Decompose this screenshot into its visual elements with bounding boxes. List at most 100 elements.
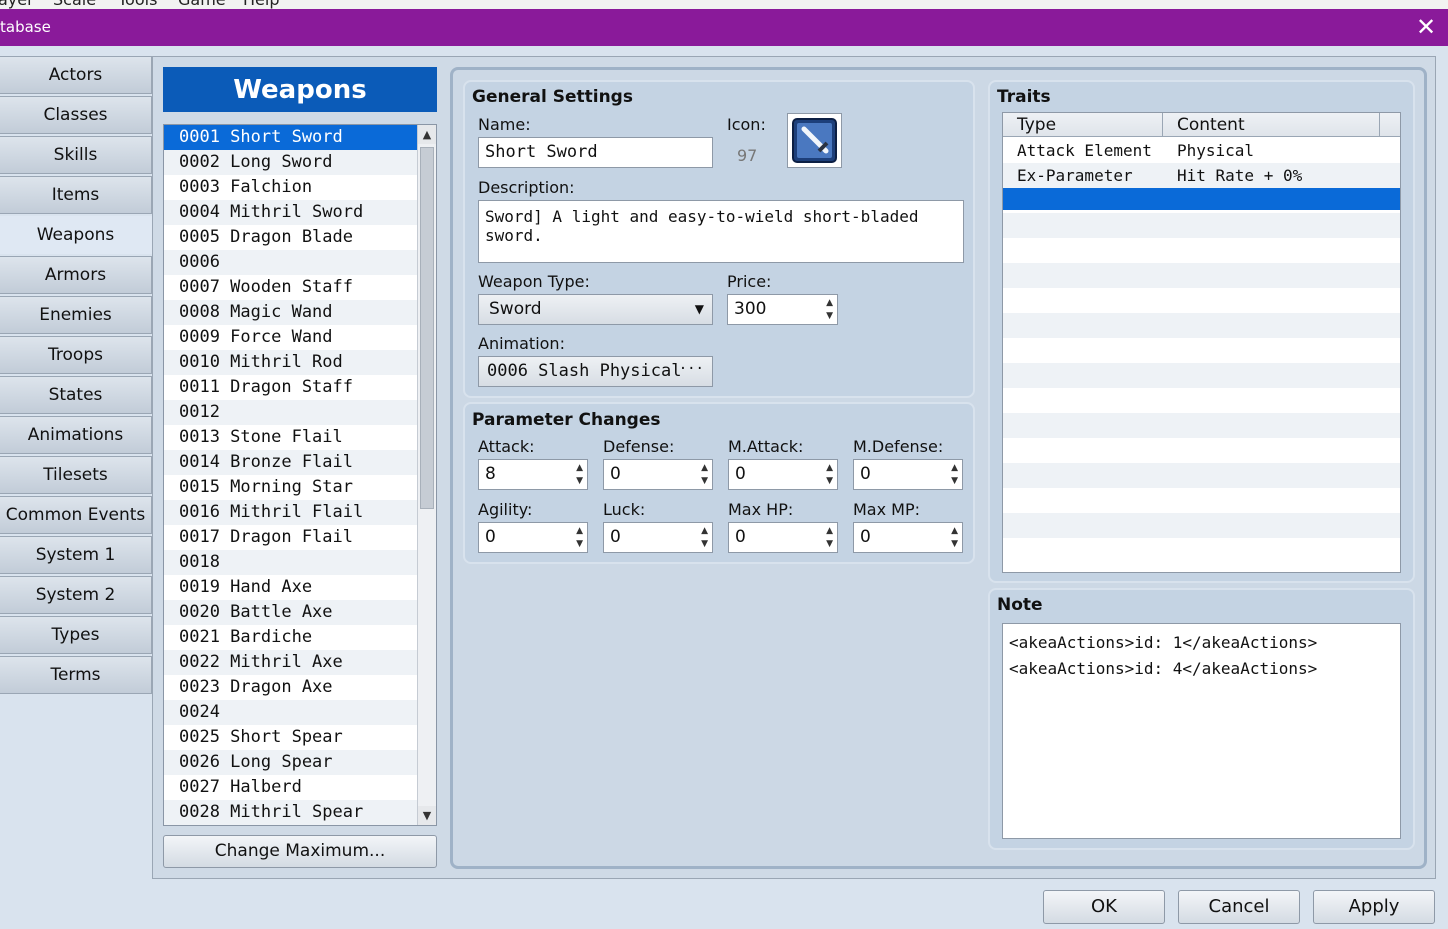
trait-row-empty[interactable] (1003, 438, 1400, 463)
category-states[interactable]: States (0, 376, 152, 414)
trait-row-empty[interactable] (1003, 338, 1400, 363)
trait-row-empty[interactable] (1003, 388, 1400, 413)
max-mp-input[interactable]: 0 ▲ ▼ (853, 522, 963, 553)
weapon-list-item[interactable]: 0014 Bronze Flail (164, 450, 417, 475)
category-common-events[interactable]: Common Events (0, 496, 152, 534)
scroll-down-icon[interactable]: ▼ (418, 806, 436, 825)
spinner-icon[interactable]: ▲ ▼ (701, 525, 708, 551)
weapon-list-item[interactable]: 0010 Mithril Rod (164, 350, 417, 375)
spinner-icon[interactable]: ▲ ▼ (576, 525, 583, 551)
weapon-list-item[interactable]: 0004 Mithril Sword (164, 200, 417, 225)
weapon-list-item[interactable]: 0003 Falchion (164, 175, 417, 200)
trait-row-empty[interactable] (1003, 513, 1400, 538)
weapon-list-item[interactable]: 0020 Battle Axe (164, 600, 417, 625)
luck-input[interactable]: 0 ▲ ▼ (603, 522, 713, 553)
trait-row[interactable]: Ex-Parameter Hit Rate + 0% (1003, 163, 1400, 188)
description-input[interactable]: Sword] A light and easy-to-wield short-b… (478, 200, 964, 263)
trait-row-empty[interactable] (1003, 463, 1400, 488)
menu-item-scale[interactable]: Scale (53, 0, 96, 9)
category-armors[interactable]: Armors (0, 256, 152, 294)
category-items[interactable]: Items (0, 176, 152, 214)
trait-row-empty[interactable] (1003, 263, 1400, 288)
category-animations[interactable]: Animations (0, 416, 152, 454)
traits-table[interactable]: Type Content Attack Element Physical Ex-Pa… (1002, 112, 1401, 573)
category-weapons[interactable]: Weapons (0, 216, 152, 254)
weapon-list-item[interactable]: 0019 Hand Axe (164, 575, 417, 600)
attack-input[interactable]: 8 ▲ ▼ (478, 459, 588, 490)
weapon-list-item[interactable]: 0012 (164, 400, 417, 425)
weapon-list-item[interactable]: 0006 (164, 250, 417, 275)
close-icon[interactable]: ✕ (1416, 13, 1436, 41)
menu-item-tools[interactable]: Tools (118, 0, 157, 9)
animation-picker[interactable]: 0006 Slash Physical ··· (478, 356, 713, 387)
category-tilesets[interactable]: Tilesets (0, 456, 152, 494)
weapon-type-select[interactable]: Sword ▼ (478, 294, 713, 325)
scroll-thumb[interactable] (420, 147, 434, 509)
spinner-icon[interactable]: ▲ ▼ (826, 462, 833, 488)
trait-row[interactable]: Attack Element Physical (1003, 138, 1400, 163)
spinner-icon[interactable]: ▲ ▼ (826, 297, 833, 323)
traits-col-type[interactable]: Type (1003, 113, 1163, 137)
m-attack-input[interactable]: 0 ▲ ▼ (728, 459, 838, 490)
m-defense-input[interactable]: 0 ▲ ▼ (853, 459, 963, 490)
weapon-list-item[interactable]: 0022 Mithril Axe (164, 650, 417, 675)
category-system-1[interactable]: System 1 (0, 536, 152, 574)
ok-button[interactable]: OK (1043, 890, 1165, 924)
weapon-list-item[interactable]: 0015 Morning Star (164, 475, 417, 500)
weapon-list-item[interactable]: 0013 Stone Flail (164, 425, 417, 450)
trait-row-empty[interactable] (1003, 363, 1400, 388)
weapon-list-item[interactable]: 0001 Short Sword (164, 125, 417, 150)
weapon-list-item[interactable]: 0017 Dragon Flail (164, 525, 417, 550)
trait-row-empty[interactable] (1003, 488, 1400, 513)
weapon-list-item[interactable]: 0025 Short Spear (164, 725, 417, 750)
max-hp-input[interactable]: 0 ▲ ▼ (728, 522, 838, 553)
spinner-icon[interactable]: ▲ ▼ (951, 525, 958, 551)
icon-picker[interactable] (787, 113, 842, 168)
weapon-list-item[interactable]: 0026 Long Spear (164, 750, 417, 775)
weapon-list-item[interactable]: 0008 Magic Wand (164, 300, 417, 325)
more-icon[interactable]: ··· (679, 355, 704, 384)
trait-row-empty[interactable] (1003, 213, 1400, 238)
weapon-list-item[interactable]: 0018 (164, 550, 417, 575)
category-classes[interactable]: Classes (0, 96, 152, 134)
weapon-list-item[interactable]: 0016 Mithril Flail (164, 500, 417, 525)
weapon-list-item[interactable]: 0007 Wooden Staff (164, 275, 417, 300)
spinner-icon[interactable]: ▲ ▼ (576, 462, 583, 488)
menu-item-help[interactable]: Help (243, 0, 279, 9)
trait-row-new-selected[interactable] (1003, 188, 1400, 210)
weapon-list-item[interactable]: 0023 Dragon Axe (164, 675, 417, 700)
category-skills[interactable]: Skills (0, 136, 152, 174)
menu-item-game[interactable]: Game (178, 0, 226, 9)
category-system-2[interactable]: System 2 (0, 576, 152, 614)
weapon-list-item[interactable]: 0009 Force Wand (164, 325, 417, 350)
trait-row-empty[interactable] (1003, 238, 1400, 263)
category-terms[interactable]: Terms (0, 656, 152, 694)
category-troops[interactable]: Troops (0, 336, 152, 374)
name-input[interactable]: Short Sword (478, 137, 713, 168)
weapon-list-item[interactable]: 0027 Halberd (164, 775, 417, 800)
weapon-list[interactable]: 0001 Short Sword 0002 Long Sword 0003 Falc… (163, 124, 437, 826)
spinner-icon[interactable]: ▲ ▼ (826, 525, 833, 551)
trait-row-empty[interactable] (1003, 288, 1400, 313)
list-scrollbar[interactable]: ▲ ▼ (417, 125, 436, 825)
change-maximum-button[interactable]: Change Maximum... (163, 835, 437, 868)
weapon-list-item[interactable]: 0028 Mithril Spear (164, 800, 417, 825)
traits-col-content[interactable]: Content (1163, 113, 1380, 137)
category-actors[interactable]: Actors (0, 56, 152, 94)
note-textarea[interactable]: <akeaActions>id: 1</akeaActions> <akeaAc… (1002, 623, 1401, 839)
weapon-list-item[interactable]: 0002 Long Sword (164, 150, 417, 175)
trait-row-empty[interactable] (1003, 313, 1400, 338)
trait-row-empty[interactable] (1003, 413, 1400, 438)
spinner-icon[interactable]: ▲ ▼ (701, 462, 708, 488)
weapon-list-item[interactable]: 0011 Dragon Staff (164, 375, 417, 400)
category-enemies[interactable]: Enemies (0, 296, 152, 334)
trait-row-empty[interactable] (1003, 538, 1400, 563)
weapon-list-item[interactable]: 0005 Dragon Blade (164, 225, 417, 250)
agility-input[interactable]: 0 ▲ ▼ (478, 522, 588, 553)
apply-button[interactable]: Apply (1313, 890, 1435, 924)
menu-item-player[interactable]: ayer (0, 0, 34, 9)
defense-input[interactable]: 0 ▲ ▼ (603, 459, 713, 490)
scroll-up-icon[interactable]: ▲ (418, 125, 436, 144)
cancel-button[interactable]: Cancel (1178, 890, 1300, 924)
weapon-list-item[interactable]: 0021 Bardiche (164, 625, 417, 650)
